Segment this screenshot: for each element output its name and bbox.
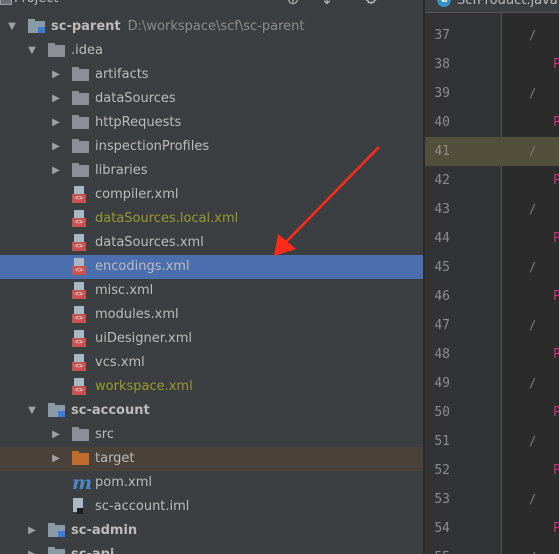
annotation-arrow-shaft <box>282 146 380 246</box>
annotation-arrow <box>274 146 380 256</box>
annotation-arrow-head <box>274 234 296 256</box>
